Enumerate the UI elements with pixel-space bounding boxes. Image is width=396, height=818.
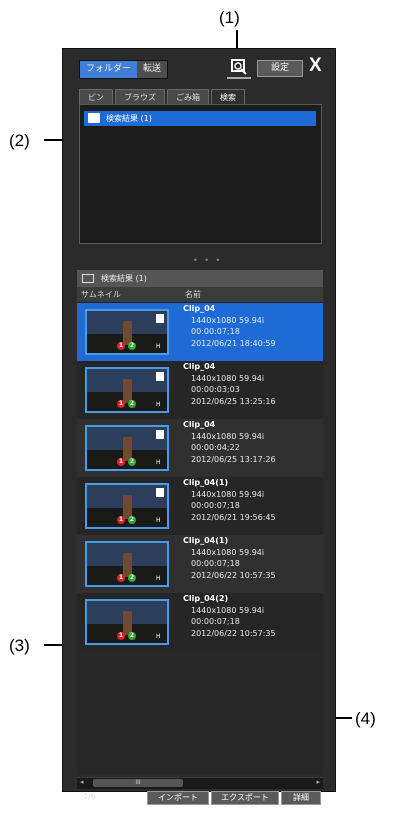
list-item[interactable]: 1 2 H Clip_04(2) 1440x1080 59.94i 00:00:… <box>77 593 323 651</box>
clip-date: 2012/06/25 13:17:26 <box>191 454 276 464</box>
clip-thumbnail: 1 2 H <box>85 541 169 587</box>
footer-bar: 1/6 インポート エクスポート 詳細 <box>63 787 337 807</box>
badge-h: H <box>156 575 161 582</box>
badge-2: 2 <box>128 400 136 408</box>
document-icon <box>156 372 164 381</box>
document-icon <box>156 430 164 439</box>
transfer-button[interactable]: 転送 <box>137 61 168 78</box>
import-button[interactable]: インポート <box>147 791 209 805</box>
tab-search[interactable]: 検索 <box>211 89 245 104</box>
clip-name: Clip_04(2) <box>183 594 229 603</box>
scroll-right-arrow-icon[interactable]: ▸ <box>316 778 320 786</box>
settings-button[interactable]: 設定 <box>257 60 303 77</box>
folder-view: 検索結果 (1) <box>79 104 322 244</box>
clip-name: Clip_04(1) <box>183 536 229 545</box>
clip-thumbnail: 1 2 H <box>85 309 169 355</box>
tab-bar: ビン ブラウズ ごみ箱 検索 <box>79 89 245 104</box>
badge-2: 2 <box>128 516 136 524</box>
badge-h: H <box>156 401 161 408</box>
detail-button[interactable]: 詳細 <box>281 791 321 805</box>
badge-1: 1 <box>117 400 125 408</box>
clip-name: Clip_04 <box>183 420 216 429</box>
clip-format: 1440x1080 59.94i <box>191 373 265 383</box>
clip-duration: 00:00:07;18 <box>191 617 240 626</box>
badge-2: 2 <box>128 632 136 640</box>
badge-h: H <box>156 459 161 466</box>
tree-item-search-results[interactable]: 検索結果 (1) <box>84 111 316 126</box>
clip-date: 2012/06/21 19:56:45 <box>191 512 276 522</box>
list-item[interactable]: 1 2 H Clip_04(1) 1440x1080 59.94i 00:00:… <box>77 477 323 535</box>
scrollbar-thumb[interactable]: III <box>93 779 183 787</box>
clip-thumbnail: 1 2 H <box>85 367 169 413</box>
clip-format: 1440x1080 59.94i <box>191 431 265 441</box>
clip-format: 1440x1080 59.94i <box>191 547 265 557</box>
tree-item-label: 検索結果 (1) <box>106 114 152 123</box>
clip-list-title: 検索結果 (1) <box>101 274 147 283</box>
clip-date: 2012/06/22 10:57:35 <box>191 570 276 580</box>
column-header-row: サムネイル 名前 <box>77 287 323 303</box>
callout-4: (4) <box>355 709 376 728</box>
badge-h: H <box>156 343 161 350</box>
list-item[interactable]: 1 2 H Clip_04 1440x1080 59.94i 00:00:03;… <box>77 361 323 419</box>
clip-date: 2012/06/22 10:57:35 <box>191 628 276 638</box>
list-item[interactable]: 1 2 H Clip_04(1) 1440x1080 59.94i 00:00:… <box>77 535 323 593</box>
badge-2: 2 <box>128 342 136 350</box>
folder-transfer-toggle: フォルダー 転送 <box>79 60 169 79</box>
source-browser-panel: フォルダー 転送 設定 X ビン ブラウズ ごみ箱 検索 検索結果 (1) • … <box>62 48 336 805</box>
clip-list-header: 検索結果 (1) <box>77 270 323 287</box>
tab-trash[interactable]: ごみ箱 <box>167 89 209 104</box>
clip-list-empty-area[interactable] <box>77 651 323 775</box>
badge-h: H <box>156 633 161 640</box>
splitter-handle[interactable]: • • • <box>193 256 222 265</box>
badge-2: 2 <box>128 574 136 582</box>
badge-2: 2 <box>128 458 136 466</box>
badge-h: H <box>156 517 161 524</box>
badge-1: 1 <box>117 574 125 582</box>
search-button[interactable] <box>227 57 251 79</box>
clip-format: 1440x1080 59.94i <box>191 489 265 499</box>
callout-1-line <box>236 30 238 50</box>
callout-3: (3) <box>9 636 30 655</box>
item-count: 1/6 <box>83 792 96 801</box>
clip-thumbnail: 1 2 H <box>85 425 169 471</box>
folder-icon <box>82 274 94 283</box>
clip-name: Clip_04(1) <box>183 478 229 487</box>
document-icon <box>156 314 164 323</box>
tab-bin[interactable]: ビン <box>79 89 113 104</box>
clip-duration: 00:00:04;22 <box>191 443 240 452</box>
scroll-left-arrow-icon[interactable]: ◂ <box>80 778 84 786</box>
column-name[interactable]: 名前 <box>185 287 201 302</box>
clip-duration: 00:00:07;18 <box>191 327 240 336</box>
badge-1: 1 <box>117 458 125 466</box>
export-button[interactable]: エクスポート <box>211 791 279 805</box>
search-icon <box>231 59 247 75</box>
badge-1: 1 <box>117 342 125 350</box>
clip-thumbnail: 1 2 H <box>85 599 169 645</box>
tab-browse[interactable]: ブラウズ <box>115 89 165 104</box>
clip-date: 2012/06/21 18:40:59 <box>191 338 276 348</box>
badge-1: 1 <box>117 516 125 524</box>
document-icon <box>156 488 164 497</box>
list-item[interactable]: 1 2 H Clip_04 1440x1080 59.94i 00:00:07;… <box>77 303 323 361</box>
clip-duration: 00:00:07;18 <box>191 501 240 510</box>
clip-name: Clip_04 <box>183 362 216 371</box>
search-folder-icon <box>88 113 100 123</box>
clip-name: Clip_04 <box>183 304 216 313</box>
clip-format: 1440x1080 59.94i <box>191 315 265 325</box>
clip-date: 2012/06/25 13:25:16 <box>191 396 276 406</box>
clip-format: 1440x1080 59.94i <box>191 605 265 615</box>
list-item[interactable]: 1 2 H Clip_04 1440x1080 59.94i 00:00:04;… <box>77 419 323 477</box>
clip-duration: 00:00:07;18 <box>191 559 240 568</box>
close-icon[interactable]: X <box>309 55 322 77</box>
column-thumbnail[interactable]: サムネイル <box>81 287 121 302</box>
callout-2: (2) <box>9 131 30 150</box>
clip-thumbnail: 1 2 H <box>85 483 169 529</box>
clip-list: 1 2 H Clip_04 1440x1080 59.94i 00:00:07;… <box>77 303 323 651</box>
callout-1: (1) <box>219 8 240 27</box>
badge-1: 1 <box>117 632 125 640</box>
folder-button[interactable]: フォルダー <box>80 61 138 78</box>
clip-duration: 00:00:03;03 <box>191 385 240 394</box>
